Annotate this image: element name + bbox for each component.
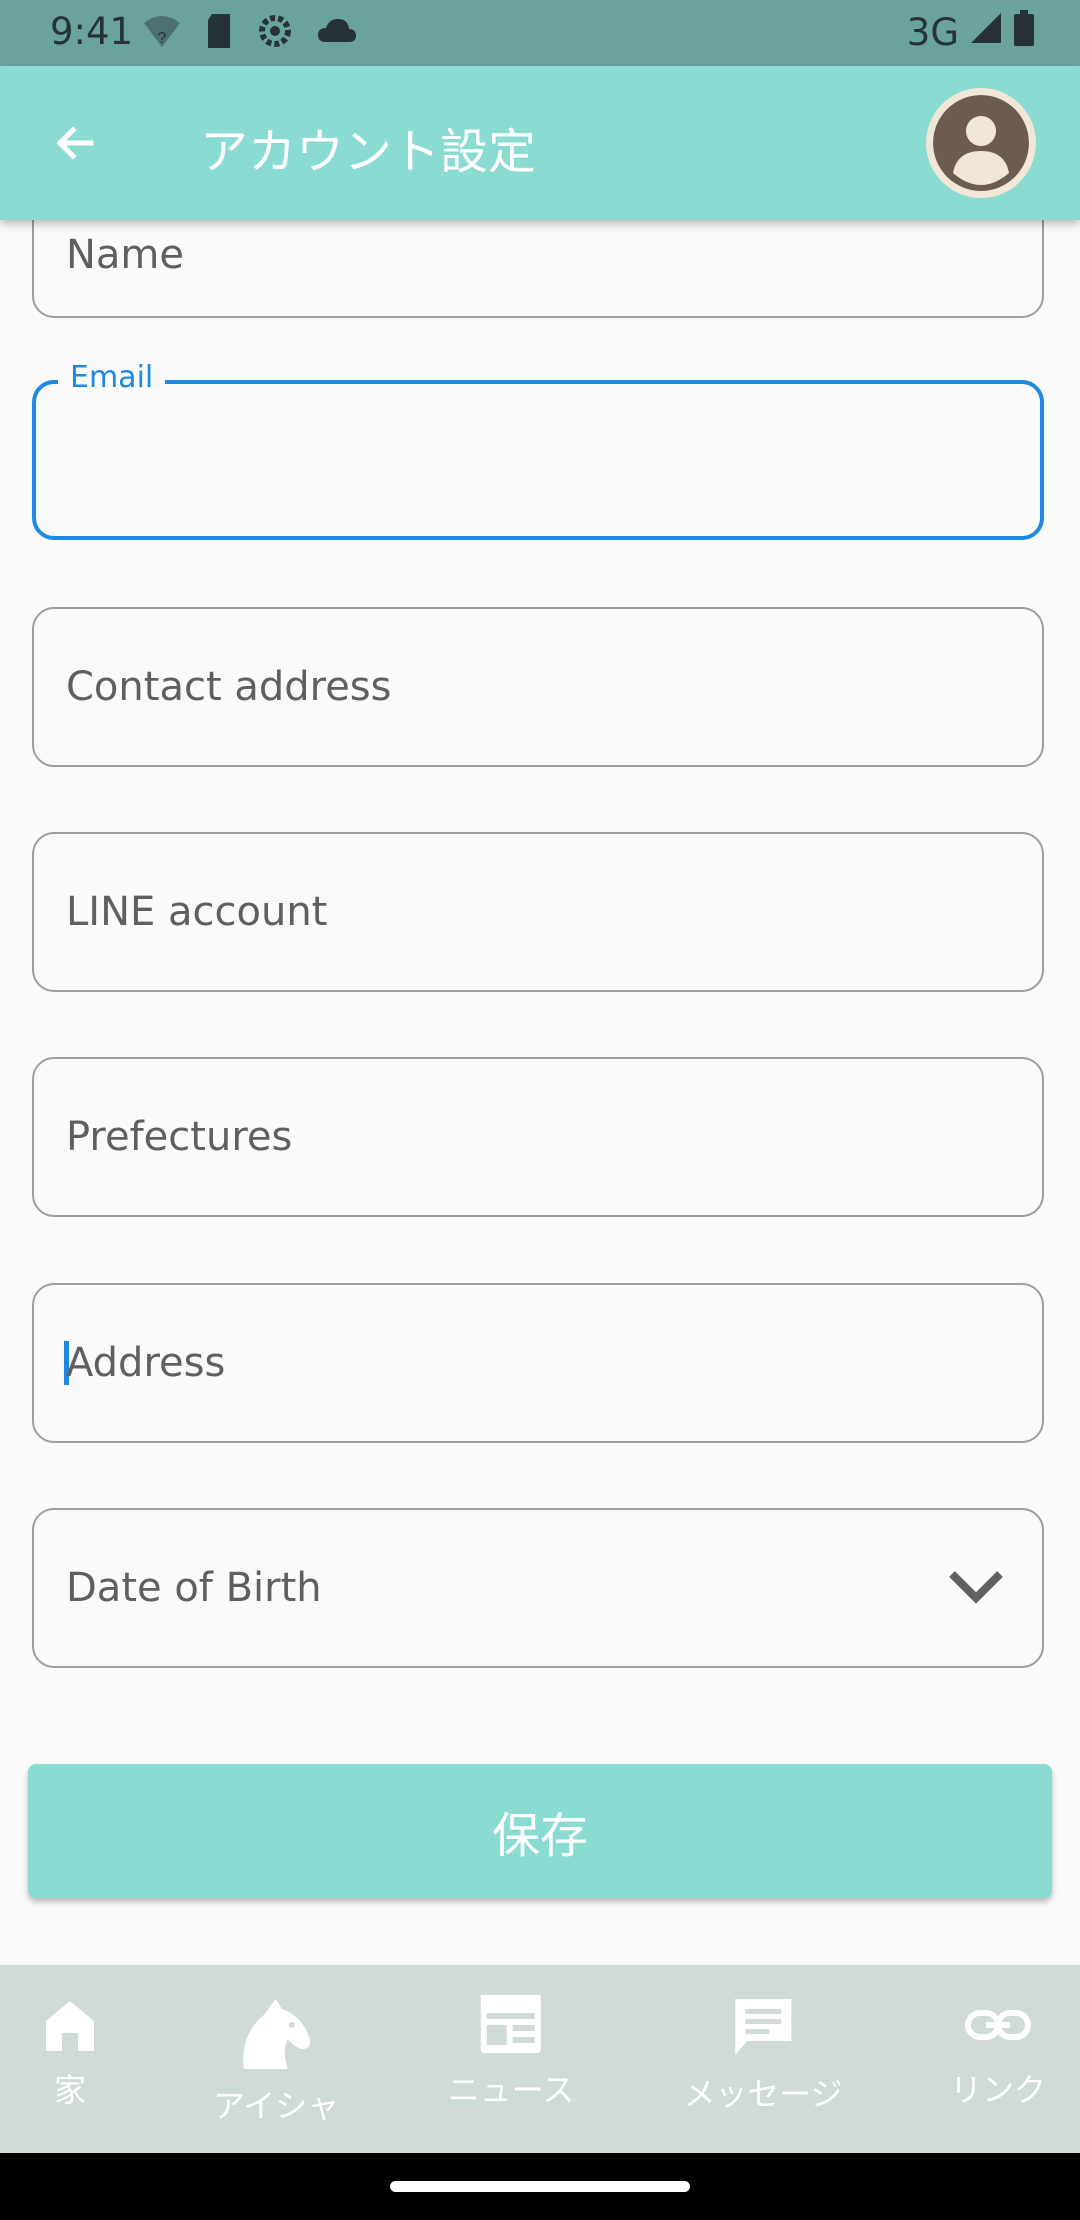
address-field[interactable]: Address (32, 1283, 1044, 1443)
save-button[interactable]: 保存 (28, 1764, 1052, 1898)
sd-card-icon (204, 12, 234, 54)
page-title: アカウント設定 (200, 124, 537, 180)
cloud-icon (316, 16, 358, 50)
signal-icon (969, 11, 1003, 54)
nav-item-news[interactable]: ニュース (448, 1995, 574, 2111)
nav-item-links[interactable]: リンク (950, 1995, 1046, 2111)
bottom-nav: 家 アイシャ ニュース メッセージ リンク (0, 1965, 1080, 2153)
system-gesture-bar (0, 2153, 1080, 2220)
home-gesture-handle[interactable] (390, 2181, 690, 2192)
nav-item-home[interactable]: 家 (42, 1995, 98, 2111)
chevron-down-icon (946, 1566, 1006, 1610)
status-time: 9:41 (50, 10, 134, 53)
nav-label-aisha: アイシャ (212, 2087, 340, 2125)
date-of-birth-dropdown[interactable]: Date of Birth (32, 1508, 1044, 1668)
back-button[interactable] (40, 110, 110, 180)
nav-item-messages[interactable]: メッセージ (683, 1995, 843, 2115)
newspaper-icon (479, 1995, 543, 2059)
nav-label-links: リンク (949, 2071, 1047, 2109)
nav-item-aisha[interactable]: アイシャ (213, 1995, 339, 2127)
avatar-button[interactable] (926, 88, 1036, 198)
settings-gear-icon (256, 12, 294, 54)
horse-icon (236, 1995, 316, 2075)
battery-icon (1013, 10, 1035, 55)
address-placeholder: Address (66, 1340, 226, 1386)
link-icon (964, 1995, 1032, 2059)
line-account-placeholder: LINE account (66, 889, 328, 935)
arrow-left-icon (51, 119, 99, 171)
form-scroll-area[interactable]: Name Email Contact address LINE account … (0, 220, 1080, 1965)
contact-address-placeholder: Contact address (66, 664, 392, 710)
status-bar: 9:41 ? 3G (0, 0, 1080, 66)
name-placeholder: Name (66, 232, 185, 278)
app-bar: アカウント設定 (0, 66, 1080, 220)
wifi-icon: ? (142, 13, 182, 53)
line-account-field[interactable]: LINE account (32, 832, 1044, 992)
nav-label-news: ニュース (447, 2071, 575, 2109)
prefectures-field[interactable]: Prefectures (32, 1057, 1044, 1217)
prefectures-placeholder: Prefectures (66, 1114, 293, 1160)
email-label: Email (58, 360, 166, 395)
nav-label-home: 家 (53, 2071, 86, 2109)
nav-label-messages: メッセージ (683, 2075, 843, 2113)
email-field[interactable]: Email (32, 360, 1044, 540)
home-icon (42, 1995, 98, 2059)
svg-text:?: ? (158, 30, 167, 47)
contact-address-field[interactable]: Contact address (32, 607, 1044, 767)
account-circle-icon (933, 95, 1029, 191)
network-type: 3G (906, 11, 959, 54)
date-of-birth-placeholder: Date of Birth (66, 1565, 322, 1611)
name-field[interactable]: Name (32, 220, 1044, 318)
message-icon (731, 1995, 795, 2063)
